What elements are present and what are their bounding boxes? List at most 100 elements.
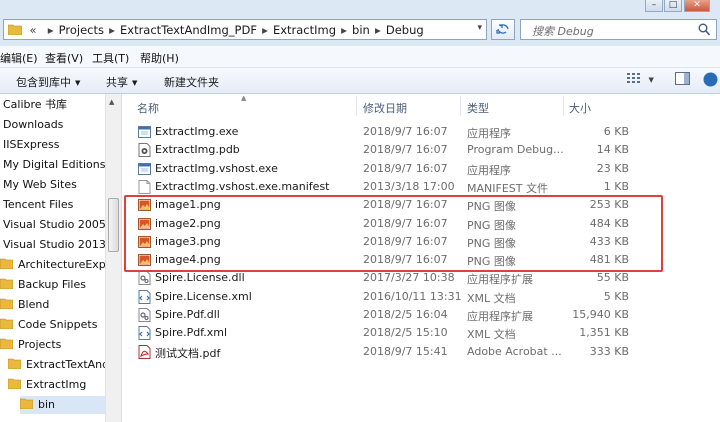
- file-row[interactable]: Spire.License.xml 2016/10/11 13:31 XML 文档 5…: [122, 288, 720, 306]
- scroll-up-arrow-icon[interactable]: ▲: [109, 98, 114, 106]
- folder-icon: [0, 298, 13, 309]
- refresh-button[interactable]: [491, 19, 515, 40]
- chevron-left-double-icon[interactable]: «: [26, 23, 40, 37]
- file-row[interactable]: Spire.Pdf.dll 2018/2/5 16:04 应用程序扩展 15,940 …: [122, 306, 720, 324]
- search-placeholder: 搜索 Debug: [532, 25, 594, 38]
- include-in-library-button[interactable]: 包含到库中 ▼: [16, 74, 80, 90]
- nav-scrollbar[interactable]: ▲: [105, 94, 121, 422]
- png-icon: [138, 254, 151, 267]
- file-row[interactable]: image3.png 2018/9/7 16:07 PNG 图像 433 KB: [122, 233, 720, 251]
- chevron-down-icon[interactable]: ▾: [477, 23, 482, 33]
- nav-item[interactable]: Visual Studio 2005: [3, 216, 106, 234]
- menu-view[interactable]: 查看(V): [45, 50, 83, 66]
- view-options-button[interactable]: ▼: [627, 72, 654, 89]
- breadcrumb-item[interactable]: Debug: [385, 23, 425, 37]
- nav-item[interactable]: bin: [20, 396, 105, 414]
- search-icon[interactable]: [698, 23, 710, 36]
- file-size: 484 KB: [589, 216, 629, 230]
- breadcrumb-item[interactable]: bin: [351, 23, 371, 37]
- breadcrumb-separator-icon[interactable]: ▸: [105, 23, 119, 37]
- folder-icon: [8, 378, 21, 389]
- exe-icon: [138, 162, 151, 175]
- nav-item-label: Visual Studio 2005: [3, 218, 106, 231]
- menu-tools[interactable]: 工具(T): [92, 50, 129, 66]
- column-divider[interactable]: [460, 96, 461, 116]
- xml-icon: [138, 326, 151, 341]
- nav-item-label: Code Snippets: [18, 318, 98, 331]
- file-date: 2018/9/7 16:07: [363, 234, 448, 248]
- menu-help[interactable]: 帮助(H): [140, 50, 179, 66]
- refresh-icon: [496, 24, 509, 34]
- file-size: 433 KB: [589, 234, 629, 248]
- breadcrumb-separator-icon[interactable]: ▸: [258, 23, 272, 37]
- address-bar[interactable]: « ▸ Projects ▸ ExtractTextAndImg_PDF ▸ Extrac…: [3, 19, 487, 40]
- nav-item[interactable]: Code Snippets: [0, 316, 97, 334]
- column-header-name[interactable]: 名称: [137, 100, 159, 116]
- breadcrumb-separator-icon[interactable]: ▸: [44, 23, 58, 37]
- file-name: ExtractImg.pdb: [155, 143, 240, 157]
- new-folder-button[interactable]: 新建文件夹: [164, 74, 219, 90]
- file-date: 2018/9/7 16:07: [363, 216, 448, 230]
- folder-icon: [0, 338, 13, 349]
- view-list-icon: [627, 73, 640, 83]
- nav-item[interactable]: Visual Studio 2013: [3, 236, 106, 254]
- file-row[interactable]: Spire.Pdf.xml 2018/2/5 15:10 XML 文档 1,351 K…: [122, 324, 720, 342]
- nav-item[interactable]: ArchitectureExplorer: [0, 256, 121, 274]
- breadcrumb-item[interactable]: ExtractTextAndImg_PDF: [119, 23, 258, 37]
- nav-item[interactable]: Backup Files: [0, 276, 86, 294]
- file-date: 2018/9/7 16:07: [363, 125, 448, 138]
- menu-edit[interactable]: 编辑(E): [0, 50, 38, 66]
- search-input[interactable]: 搜索 Debug: [520, 19, 717, 40]
- column-divider[interactable]: [563, 96, 564, 116]
- file-row[interactable]: image4.png 2018/9/7 16:07 PNG 图像 481 KB: [122, 251, 720, 269]
- nav-item[interactable]: IISExpress: [3, 136, 59, 154]
- nav-item[interactable]: Tencent Files: [3, 196, 73, 214]
- column-header-type[interactable]: 类型: [467, 100, 489, 116]
- nav-item-label: IISExpress: [3, 138, 60, 151]
- breadcrumb-separator-icon[interactable]: ▸: [371, 23, 385, 37]
- file-row[interactable]: ExtractImg.exe 2018/9/7 16:07 应用程序 6 KB: [122, 123, 720, 141]
- nav-item[interactable]: ExtractImg: [8, 376, 86, 394]
- nav-item[interactable]: Calibre 书库: [3, 96, 67, 114]
- nav-item[interactable]: Projects: [0, 336, 61, 354]
- nav-item[interactable]: Blend: [0, 296, 49, 314]
- file-row[interactable]: image1.png 2018/9/7 16:07 PNG 图像 253 KB: [122, 196, 720, 214]
- column-header-date[interactable]: 修改日期: [363, 100, 407, 116]
- nav-item-label: bin: [38, 398, 56, 411]
- folder-icon: [20, 398, 33, 409]
- file-row[interactable]: image2.png 2018/9/7 16:07 PNG 图像 484 KB: [122, 215, 720, 233]
- file-type: PNG 图像: [467, 218, 516, 232]
- column-header-size[interactable]: 大小: [569, 100, 591, 116]
- breadcrumb-item[interactable]: ExtractImg: [272, 23, 337, 37]
- file-type: 应用程序扩展: [467, 310, 533, 323]
- help-button[interactable]: [703, 72, 718, 89]
- file-date: 2018/9/7 16:07: [363, 198, 448, 212]
- file-date: 2018/9/7 15:41: [363, 344, 448, 358]
- file-date: 2018/9/7 16:07: [363, 253, 448, 267]
- file-row[interactable]: ExtractImg.vshost.exe.manifest 2013/3/18 …: [122, 178, 720, 196]
- close-button[interactable]: ✕: [684, 0, 710, 12]
- maximize-button[interactable]: □: [664, 0, 682, 12]
- nav-item[interactable]: Downloads: [3, 116, 63, 134]
- nav-item[interactable]: My Web Sites: [3, 176, 77, 194]
- file-name: ExtractImg.vshost.exe.manifest: [155, 179, 330, 193]
- caret-down-icon: ▼: [75, 79, 81, 87]
- exe-icon: [138, 126, 151, 138]
- minimize-button[interactable]: –: [645, 0, 663, 12]
- file-row[interactable]: 测试文档.pdf 2018/9/7 15:41 Adobe Acrobat ... 3…: [122, 343, 720, 361]
- file-date: 2018/2/5 15:10: [363, 326, 448, 340]
- preview-pane-button[interactable]: [675, 72, 690, 89]
- file-date: 2018/9/7 16:07: [363, 161, 448, 175]
- breadcrumb-item[interactable]: Projects: [58, 23, 105, 37]
- scrollbar-thumb[interactable]: [108, 198, 119, 252]
- file-row[interactable]: ExtractImg.vshost.exe 2018/9/7 16:07 应用程序 2…: [122, 160, 720, 178]
- file-row[interactable]: Spire.License.dll 2017/3/27 10:38 应用程序扩展 55…: [122, 269, 720, 287]
- file-row[interactable]: ExtractImg.pdb 2018/9/7 16:07 Program Debu…: [122, 141, 720, 159]
- column-divider[interactable]: [356, 96, 357, 116]
- breadcrumb-separator-icon[interactable]: ▸: [337, 23, 351, 37]
- folder-icon: [8, 24, 22, 35]
- nav-item[interactable]: My Digital Editions: [3, 156, 105, 174]
- caret-down-icon: ▼: [132, 79, 138, 87]
- share-button[interactable]: 共享 ▼: [106, 74, 137, 90]
- nav-item-label: Visual Studio 2013: [3, 238, 106, 251]
